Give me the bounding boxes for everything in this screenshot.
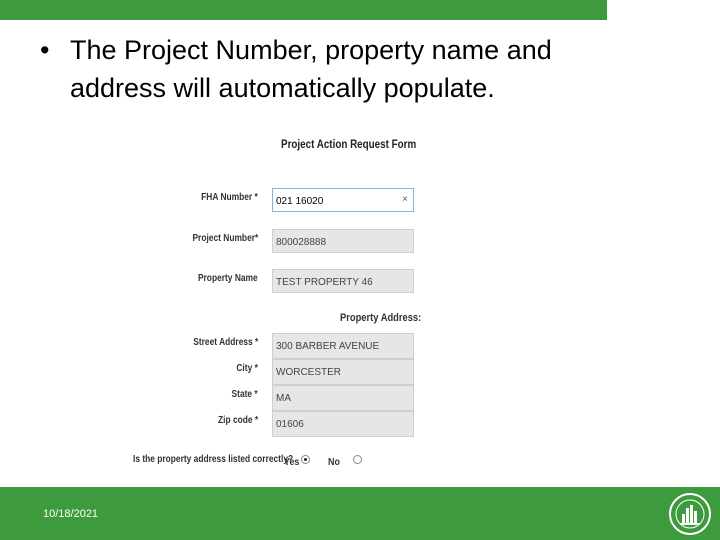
state-value: MA bbox=[276, 393, 291, 404]
street-address-label: Street Address * bbox=[192, 336, 258, 348]
city-value: WORCESTER bbox=[276, 367, 341, 378]
bullet-symbol: • bbox=[40, 35, 50, 65]
fha-number-value: 021 16020 bbox=[276, 196, 324, 207]
yes-label: Yes bbox=[284, 456, 300, 468]
zip-code-label: Zip code * bbox=[217, 414, 258, 426]
project-number-field: 800028888 bbox=[272, 229, 414, 253]
state-label: State * bbox=[231, 388, 258, 400]
hud-seal-icon bbox=[669, 493, 711, 535]
city-field: WORCESTER bbox=[272, 359, 414, 385]
property-name-label: Property Name bbox=[198, 272, 258, 284]
project-number-label: Project Number* bbox=[192, 232, 258, 244]
zip-code-value: 01606 bbox=[276, 419, 304, 430]
city-label: City * bbox=[236, 362, 258, 374]
footer-bar: 10/18/2021 bbox=[0, 487, 720, 540]
address-correct-question: Is the property address listed correctly… bbox=[133, 453, 294, 465]
property-address-heading: Property Address: bbox=[340, 312, 422, 324]
fha-number-label: FHA Number * bbox=[201, 191, 258, 203]
property-name-value: TEST PROPERTY 46 bbox=[276, 277, 373, 288]
no-radio[interactable] bbox=[353, 455, 362, 464]
top-accent-bar bbox=[0, 0, 607, 20]
street-address-field: 300 BARBER AVENUE bbox=[272, 333, 414, 359]
bullet-text: The Project Number, property name and ad… bbox=[70, 35, 552, 103]
zip-code-field: 01606 bbox=[272, 411, 414, 437]
clear-icon[interactable]: × bbox=[402, 194, 408, 205]
yes-radio[interactable] bbox=[301, 455, 310, 464]
footer-date: 10/18/2021 bbox=[43, 508, 99, 520]
state-field: MA bbox=[272, 385, 414, 411]
property-name-field: TEST PROPERTY 46 bbox=[272, 269, 414, 293]
street-address-value: 300 BARBER AVENUE bbox=[276, 341, 380, 352]
no-label: No bbox=[328, 456, 340, 468]
form-title: Project Action Request Form bbox=[281, 137, 417, 151]
fha-number-input[interactable]: 021 16020 × bbox=[272, 188, 414, 212]
project-number-value: 800028888 bbox=[276, 237, 327, 248]
